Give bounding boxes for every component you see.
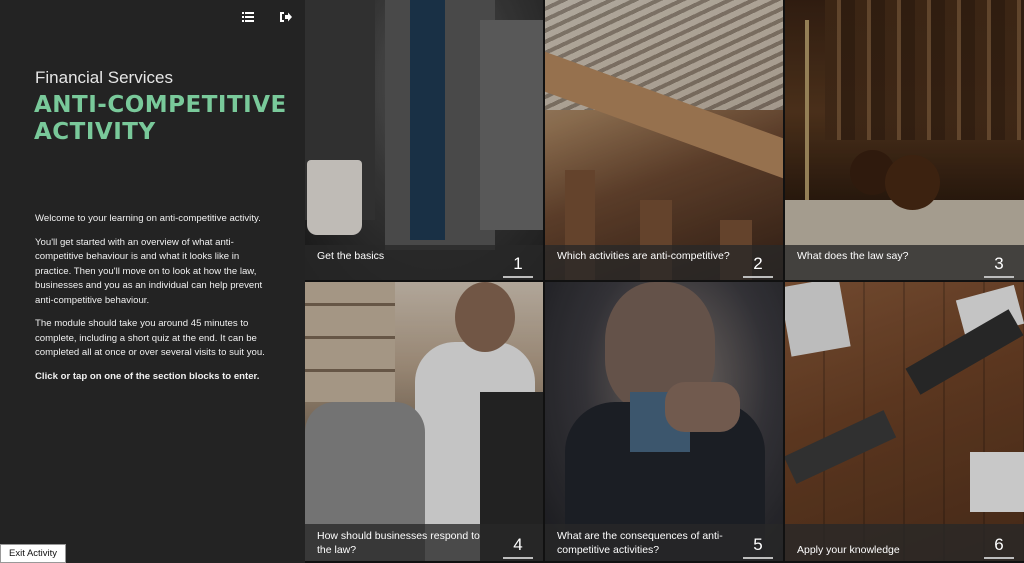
section-label: How should businesses respond to the law…: [317, 530, 480, 556]
section-number: 3: [994, 254, 1004, 273]
tile-overlay: [785, 0, 1024, 280]
section-number-underline: [743, 276, 773, 278]
intro-panel: Financial Services ANTI-COMPETITIVE ACTI…: [0, 0, 305, 563]
section-number-underline: [503, 276, 533, 278]
section-grid: Get the basics 1 Which activities are an…: [305, 0, 1024, 563]
course-subtitle: Financial Services: [35, 68, 173, 87]
section-number: 1: [513, 254, 523, 273]
intro-paragraph-instruction: Click or tap on one of the section block…: [35, 370, 260, 382]
course-title-line2: ACTIVITY: [34, 119, 156, 145]
section-tile-1[interactable]: Get the basics 1: [305, 0, 543, 280]
intro-paragraph-overview: You'll get started with an overview of w…: [35, 236, 263, 306]
section-number: 2: [753, 254, 763, 273]
section-tile-6[interactable]: Apply your knowledge 6: [785, 282, 1024, 561]
tile-overlay: [545, 282, 783, 561]
intro-text: Welcome to your learning on anti-competi…: [35, 212, 275, 393]
course-title: ANTI-COMPETITIVE ACTIVITY: [34, 92, 294, 146]
section-tile-3[interactable]: What does the law say? 3: [785, 0, 1024, 280]
section-tile-2[interactable]: Which activities are anti-competitive? 2: [545, 0, 783, 280]
section-number: 6: [994, 535, 1004, 554]
section-label: Get the basics: [317, 250, 385, 262]
section-number-underline: [984, 276, 1014, 278]
course-page: Financial Services ANTI-COMPETITIVE ACTI…: [0, 0, 1024, 563]
section-label: Which activities are anti-competitive?: [557, 250, 730, 262]
tile-overlay: [305, 282, 543, 561]
section-number: 4: [513, 535, 523, 554]
section-label: What are the consequences of anti-compet…: [557, 530, 723, 556]
section-tile-5[interactable]: What are the consequences of anti-compet…: [545, 282, 783, 561]
exit-activity-button[interactable]: Exit Activity: [0, 544, 67, 563]
section-number: 5: [753, 535, 763, 554]
sign-out-icon[interactable]: [278, 10, 294, 24]
course-title-line1: ANTI-COMPETITIVE: [34, 92, 287, 118]
section-number-underline: [984, 557, 1014, 559]
section-label: Apply your knowledge: [797, 544, 900, 556]
section-number-underline: [503, 557, 533, 559]
intro-paragraph-welcome: Welcome to your learning on anti-competi…: [35, 213, 261, 224]
section-tile-4[interactable]: How should businesses respond to the law…: [305, 282, 543, 561]
tile-overlay: [785, 282, 1024, 561]
section-number-underline: [743, 557, 773, 559]
tile-overlay: [545, 0, 783, 280]
toolbar: [240, 10, 294, 24]
section-label: What does the law say?: [797, 250, 909, 262]
list-icon[interactable]: [240, 10, 256, 24]
intro-paragraph-duration: The module should take you around 45 min…: [35, 318, 265, 358]
tile-overlay: [305, 0, 543, 280]
